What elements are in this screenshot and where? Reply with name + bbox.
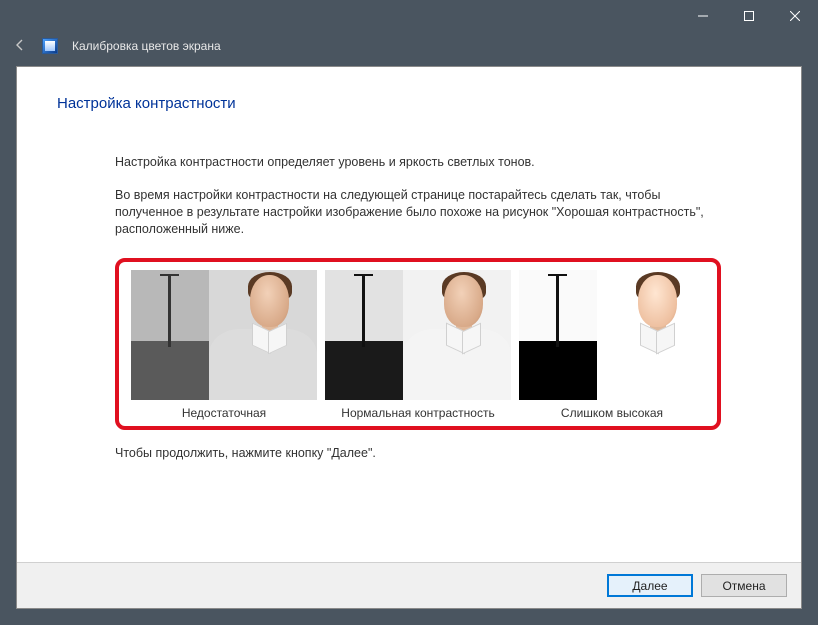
samples-row [131,270,705,400]
label-low: Недостаточная [131,406,317,420]
back-arrow-icon[interactable] [12,37,28,56]
paragraph-continue: Чтобы продолжить, нажмите кнопку "Далее"… [115,446,721,460]
sample-high-contrast [519,270,705,400]
samples-labels: Недостаточная Нормальная контрастность С… [131,406,705,420]
thumb-high [519,270,705,400]
paragraph-instructions: Во время настройки контрастности на след… [115,187,721,238]
sample-low-contrast [131,270,317,400]
minimize-button[interactable] [680,0,726,32]
next-button[interactable]: Далее [607,574,693,597]
label-high: Слишком высокая [519,406,705,420]
window-root: Калибровка цветов экрана Настройка контр… [0,0,818,625]
thumb-normal [325,270,511,400]
paragraph-intro: Настройка контрастности определяет урове… [115,154,721,171]
button-bar: Далее Отмена [17,562,801,608]
body-text: Настройка контрастности определяет урове… [115,154,721,460]
next-button-label: Далее [632,579,667,593]
samples-highlight-box: Недостаточная Нормальная контрастность С… [115,258,721,430]
cancel-button-label: Отмена [722,579,765,593]
page-title: Настройка контрастности [57,95,761,112]
cancel-button[interactable]: Отмена [701,574,787,597]
header-bar: Калибровка цветов экрана [0,32,818,60]
app-title: Калибровка цветов экрана [72,39,221,53]
maximize-button[interactable] [726,0,772,32]
sample-normal-contrast [325,270,511,400]
close-button[interactable] [772,0,818,32]
titlebar [0,0,818,32]
thumb-low [131,270,317,400]
wizard-body: Настройка контрастности Настройка контра… [17,67,801,562]
app-icon [42,38,58,54]
label-normal: Нормальная контрастность [325,406,511,420]
wizard-frame: Настройка контрастности Настройка контра… [16,66,802,609]
